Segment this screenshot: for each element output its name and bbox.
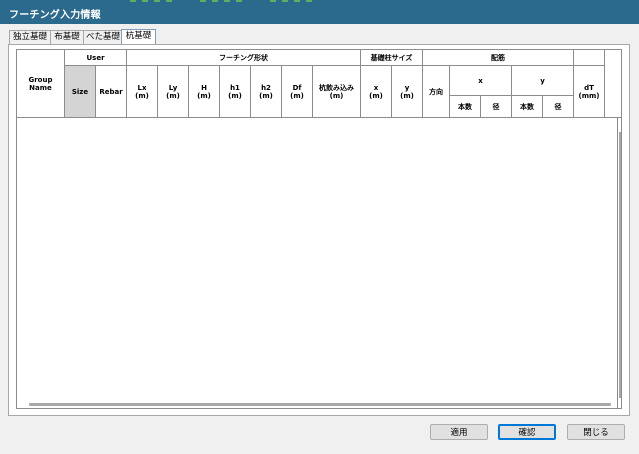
header-lx[interactable]: Lx (m)	[127, 66, 158, 118]
tab-pile-foundation[interactable]: 杭基礎	[121, 29, 156, 44]
header-bar-x-count[interactable]: 本数	[450, 96, 481, 118]
confirm-button[interactable]: 確認	[498, 424, 556, 440]
header-h[interactable]: H (m)	[189, 66, 220, 118]
data-grid[interactable]: Group Name User Size Rebar フーチング形状 Lx (m…	[16, 49, 622, 409]
header-column-x[interactable]: x (m)	[361, 66, 392, 118]
header-reinforcement[interactable]: 配筋	[423, 50, 574, 66]
header-bar-y-diameter[interactable]: 径	[543, 96, 574, 118]
tab-strip-footing[interactable]: 布基礎	[50, 30, 84, 44]
header-pile-embed[interactable]: 杭飲み込み (m)	[313, 66, 361, 118]
tab-independent-footing[interactable]: 独立基礎	[9, 30, 51, 44]
header-footing-shape[interactable]: フーチング形状	[127, 50, 361, 66]
header-group-name[interactable]: Group Name	[17, 50, 65, 118]
header-size[interactable]: Size	[65, 66, 96, 118]
close-button[interactable]: 閉じる	[567, 424, 625, 440]
header-bar-y[interactable]: y	[512, 66, 574, 96]
title-bar: フーチング入力情報 ✕	[0, 0, 639, 24]
header-df[interactable]: Df (m)	[282, 66, 313, 118]
grid-header: Group Name User Size Rebar フーチング形状 Lx (m…	[17, 50, 621, 118]
header-column-y[interactable]: y (m)	[392, 66, 423, 118]
header-ly[interactable]: Ly (m)	[158, 66, 189, 118]
header-blank-top	[574, 50, 605, 66]
horizontal-scrollbar[interactable]	[29, 403, 611, 406]
header-bar-y-count[interactable]: 本数	[512, 96, 543, 118]
header-bar-x[interactable]: x	[450, 66, 512, 96]
header-direction[interactable]: 方向	[423, 66, 450, 118]
header-column-size[interactable]: 基礎柱サイズ	[361, 50, 423, 66]
header-h1[interactable]: h1 (m)	[220, 66, 251, 118]
vertical-scrollbar-thumb[interactable]	[619, 132, 621, 398]
tab-mat-foundation[interactable]: べた基礎	[83, 30, 123, 44]
title-bar-accent	[130, 0, 330, 2]
window-title: フーチング入力情報	[9, 10, 101, 21]
header-rebar[interactable]: Rebar	[96, 66, 127, 118]
header-filler	[605, 50, 621, 118]
header-bar-x-diameter[interactable]: 径	[481, 96, 512, 118]
header-h2[interactable]: h2 (m)	[251, 66, 282, 118]
header-user[interactable]: User	[65, 50, 127, 66]
apply-button[interactable]: 適用	[430, 424, 488, 440]
tab-panel: Group Name User Size Rebar フーチング形状 Lx (m…	[8, 44, 630, 416]
header-dt[interactable]: dT (mm)	[574, 66, 605, 118]
